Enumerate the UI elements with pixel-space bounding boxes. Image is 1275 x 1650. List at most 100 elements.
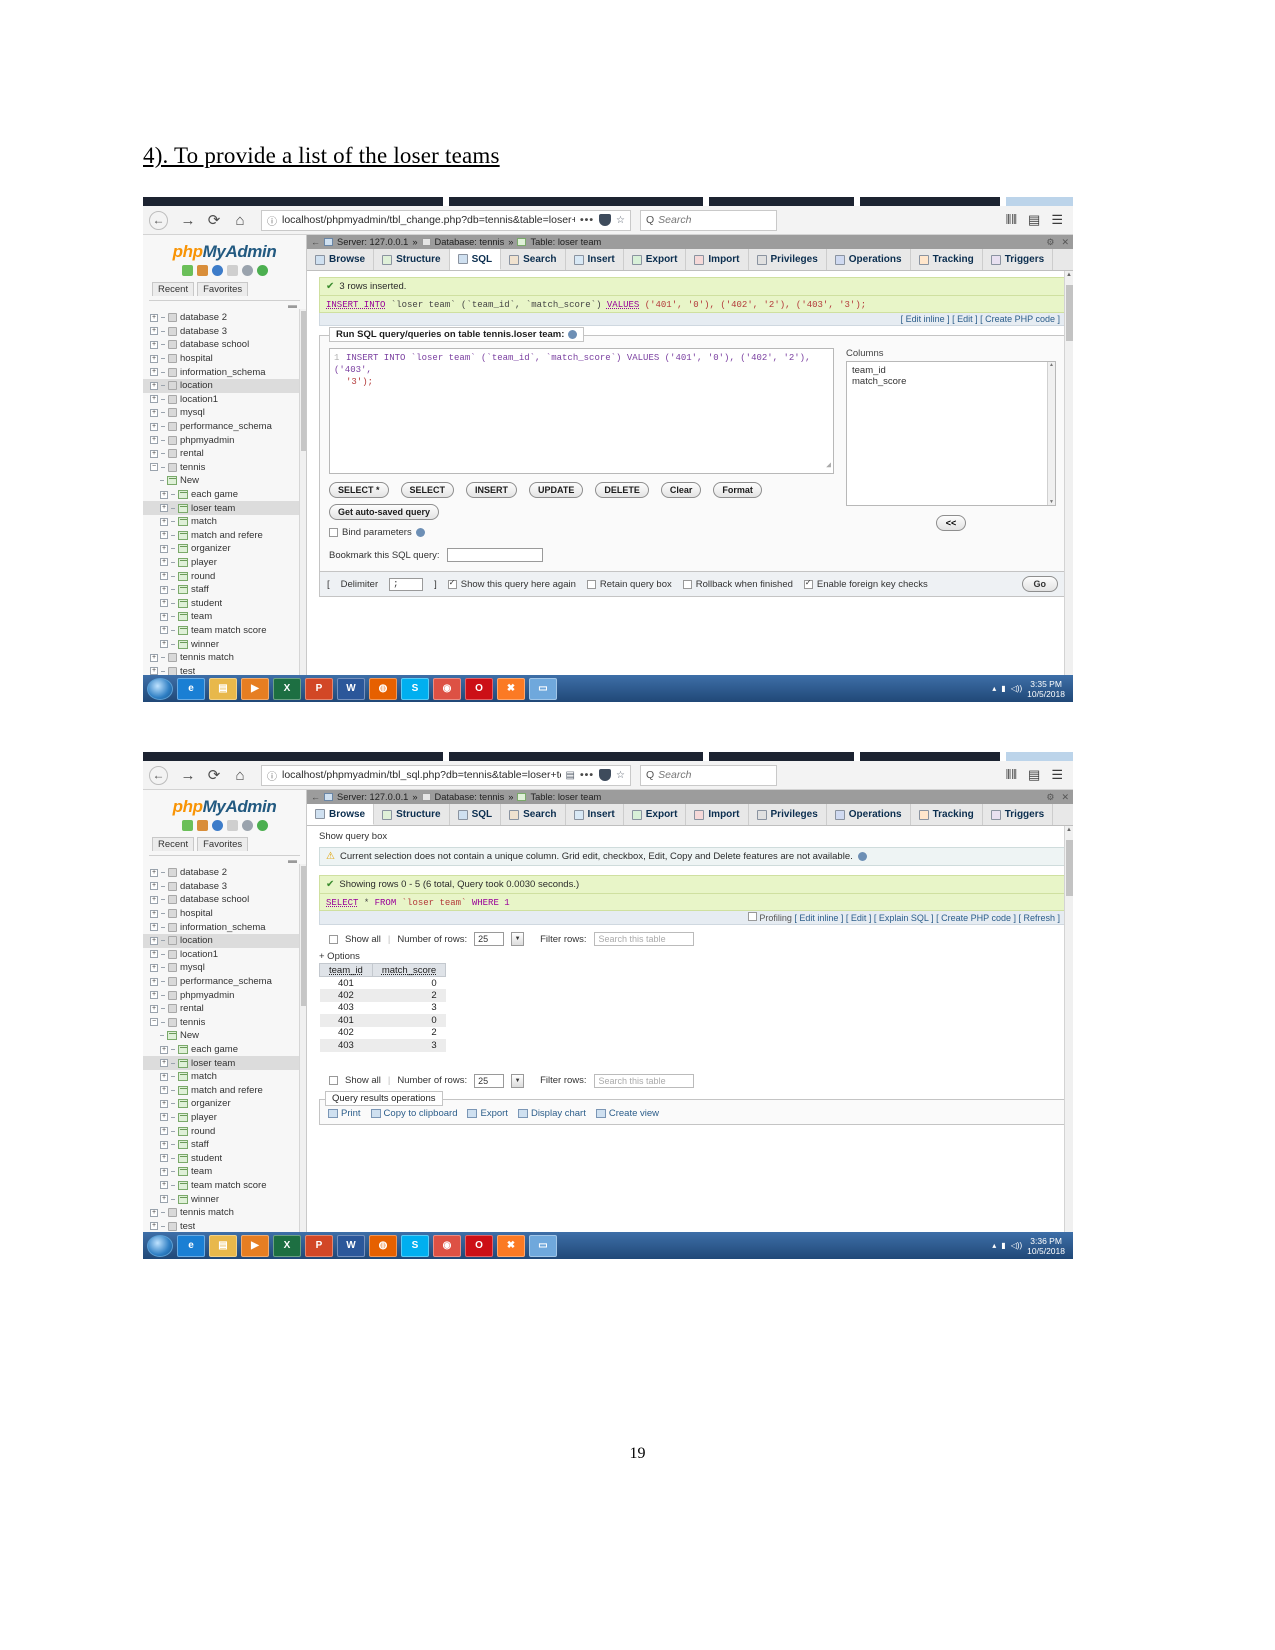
tree-table-each-game[interactable]: + each game bbox=[143, 1043, 306, 1057]
sql-links[interactable]: [ Edit inline ] [ Edit ] [ Explain SQL ]… bbox=[794, 913, 1060, 923]
tab-structure[interactable]: Structure bbox=[374, 804, 450, 825]
expand-icon[interactable]: + bbox=[160, 572, 168, 581]
expand-icon[interactable]: + bbox=[160, 1113, 168, 1122]
tree-table-student[interactable]: + student bbox=[143, 596, 306, 610]
menu-icon[interactable]: ☰ bbox=[1051, 767, 1063, 783]
tree-db-database-2[interactable]: + database 2 bbox=[143, 866, 306, 880]
checkbox[interactable] bbox=[803, 578, 813, 589]
expand-icon[interactable]: + bbox=[160, 1154, 168, 1163]
collapse-columns-button[interactable]: << bbox=[935, 515, 967, 531]
scroll-up-arrow-icon[interactable]: ▲ bbox=[1066, 272, 1072, 278]
tree-table-staff[interactable]: + staff bbox=[143, 1138, 306, 1152]
expand-icon[interactable]: + bbox=[150, 381, 158, 390]
tree-table-student[interactable]: + student bbox=[143, 1151, 306, 1165]
expand-icon[interactable]: + bbox=[160, 585, 168, 594]
back-button[interactable]: ← bbox=[149, 210, 168, 230]
tab-sql[interactable]: SQL bbox=[449, 249, 502, 270]
expand-icon[interactable]: + bbox=[150, 354, 158, 363]
gear-icon[interactable]: ⚙ bbox=[1046, 237, 1054, 248]
tab-tracking[interactable]: Tracking bbox=[911, 249, 983, 270]
expand-icon[interactable]: + bbox=[160, 612, 168, 621]
reload-icon[interactable] bbox=[256, 265, 268, 276]
tab-favorites[interactable]: Favorites bbox=[197, 837, 249, 851]
close-icon[interactable]: ✕ bbox=[1061, 792, 1069, 803]
delimiter-input[interactable]: ; bbox=[389, 577, 424, 591]
option-retain-query-box[interactable]: Retain query box bbox=[586, 579, 672, 590]
tree-db-information_schema[interactable]: + information_schema bbox=[143, 365, 306, 379]
tree-db-location[interactable]: + location bbox=[143, 933, 306, 948]
start-orb[interactable] bbox=[147, 1234, 173, 1257]
tree-table-team[interactable]: + team bbox=[143, 1165, 306, 1179]
tree-table-match[interactable]: + match bbox=[143, 1070, 306, 1084]
bookmark-input[interactable] bbox=[446, 548, 543, 562]
taskbar-opera-icon[interactable]: O bbox=[465, 677, 493, 700]
show-all-checkbox-top[interactable] bbox=[329, 934, 338, 944]
sql-btn-update[interactable]: UPDATE bbox=[529, 482, 584, 498]
expand-icon[interactable]: + bbox=[160, 558, 168, 567]
tree-table-match-and-refere[interactable]: + match and refere bbox=[143, 529, 306, 543]
sql-btn-select[interactable]: SELECT bbox=[400, 482, 455, 498]
taskbar-firefox-icon[interactable]: ◍ bbox=[369, 1234, 397, 1257]
help-icon[interactable] bbox=[857, 852, 867, 861]
sidebar-collapse-handle[interactable]: ▬ bbox=[143, 856, 306, 865]
taskbar-word-icon[interactable]: W bbox=[337, 677, 365, 700]
expand-icon[interactable]: + bbox=[160, 1099, 168, 1108]
tree-table-match-and-refere[interactable]: + match and refere bbox=[143, 1084, 306, 1098]
get-autosaved-query-button[interactable]: Get auto-saved query bbox=[329, 504, 440, 520]
options-toggle[interactable]: + Options bbox=[319, 951, 1073, 962]
taskbar-excel-icon[interactable]: X bbox=[273, 1234, 301, 1257]
tab-privileges[interactable]: Privileges bbox=[749, 249, 827, 270]
expand-icon[interactable]: + bbox=[150, 868, 158, 877]
page-actions-icon[interactable]: ••• bbox=[580, 214, 594, 226]
tree-db-tennis[interactable]: − tennis bbox=[143, 1016, 306, 1030]
tree-db-rental[interactable]: + rental bbox=[143, 1002, 306, 1016]
tree-table-player[interactable]: + player bbox=[143, 1111, 306, 1125]
pocket-icon[interactable] bbox=[599, 214, 612, 226]
tree-db-tennis-match[interactable]: + tennis match bbox=[143, 651, 306, 665]
expand-icon[interactable]: + bbox=[150, 436, 158, 445]
tree-db-phpmyadmin[interactable]: + phpmyadmin bbox=[143, 988, 306, 1002]
expand-icon[interactable]: − bbox=[150, 463, 158, 472]
tab-triggers[interactable]: Triggers bbox=[983, 804, 1054, 825]
site-info-icon[interactable]: ⓘ bbox=[267, 213, 277, 228]
tree-db-phpmyadmin[interactable]: + phpmyadmin bbox=[143, 433, 306, 447]
phpmyadmin-logo[interactable]: phpMyAdmin bbox=[143, 790, 306, 817]
filter-rows-input-bottom[interactable]: Search this table bbox=[593, 1073, 694, 1088]
qro-copy-to-clipboard[interactable]: Copy to clipboard bbox=[370, 1108, 457, 1119]
columns-list[interactable]: team_idmatch_score bbox=[846, 361, 1056, 506]
tree-db-performance_schema[interactable]: + performance_schema bbox=[143, 420, 306, 434]
taskbar-skype-icon[interactable]: S bbox=[401, 1234, 429, 1257]
breadcrumb-server[interactable]: Server: 127.0.0.1 bbox=[337, 792, 408, 802]
checkbox[interactable] bbox=[682, 579, 692, 589]
help-icon[interactable] bbox=[415, 528, 425, 537]
chevron-down-icon[interactable]: ▼ bbox=[511, 1073, 525, 1088]
bookmark-star-icon[interactable]: ☆ bbox=[616, 215, 625, 226]
expand-icon[interactable]: + bbox=[150, 1222, 158, 1231]
settings-icon[interactable] bbox=[241, 820, 253, 831]
tab-favorites[interactable]: Favorites bbox=[197, 282, 249, 296]
expand-icon[interactable]: + bbox=[160, 626, 168, 635]
expand-icon[interactable]: + bbox=[150, 368, 158, 377]
taskbar-ie-icon[interactable]: e bbox=[177, 677, 205, 700]
tray-arrow-icon[interactable]: ▴ bbox=[992, 684, 996, 693]
tab-browse[interactable]: Browse bbox=[307, 249, 375, 270]
wiki-icon[interactable] bbox=[226, 820, 238, 831]
tab-triggers[interactable]: Triggers bbox=[983, 249, 1054, 270]
tree-table-organizer[interactable]: + organizer bbox=[143, 1097, 306, 1111]
expand-icon[interactable]: + bbox=[150, 327, 158, 336]
qro-print[interactable]: Print bbox=[328, 1108, 361, 1119]
tree-table-new[interactable]: New bbox=[143, 1029, 306, 1043]
library-icon[interactable]: ⦀⦀ bbox=[1006, 212, 1017, 228]
checkbox[interactable] bbox=[447, 578, 457, 589]
sidebar-scrollbar[interactable] bbox=[299, 309, 306, 684]
tree-table-loser-team[interactable]: + loser team bbox=[143, 501, 306, 515]
close-icon[interactable]: ✕ bbox=[1061, 237, 1069, 248]
sidebar-collapse-handle[interactable]: ▬ bbox=[143, 301, 306, 310]
sql-action-links[interactable]: Profiling [ Edit inline ] [ Edit ] [ Exp… bbox=[319, 911, 1066, 925]
taskbar-ie-icon[interactable]: e bbox=[177, 1234, 205, 1257]
tree-db-database-3[interactable]: + database 3 bbox=[143, 325, 306, 339]
tab-insert[interactable]: Insert bbox=[566, 249, 624, 270]
expand-icon[interactable]: + bbox=[160, 517, 168, 526]
tree-table-player[interactable]: + player bbox=[143, 556, 306, 570]
tree-db-rental[interactable]: + rental bbox=[143, 447, 306, 461]
